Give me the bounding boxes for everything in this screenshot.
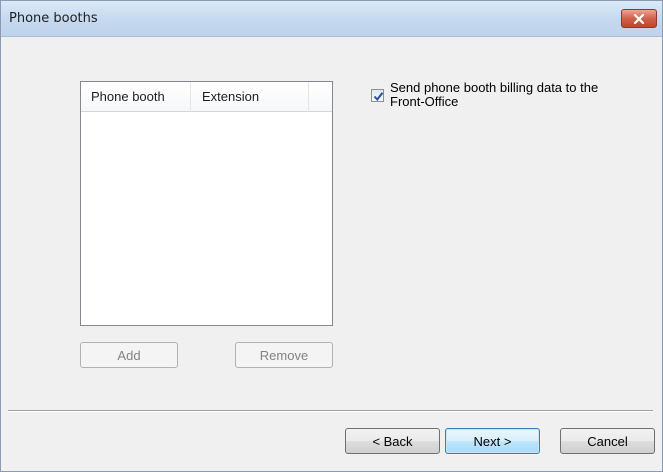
billing-option[interactable]: Send phone booth billing data to the Fro… — [371, 81, 631, 115]
billing-option-label: Send phone booth billing data to the Fro… — [390, 80, 599, 109]
list-header: Phone booth Extension — [81, 82, 332, 112]
close-icon — [633, 13, 645, 24]
remove-button[interactable]: Remove — [235, 342, 333, 368]
phone-booth-list[interactable]: Phone booth Extension — [80, 81, 333, 326]
next-button[interactable]: Next > — [445, 428, 540, 454]
back-button[interactable]: < Back — [345, 428, 440, 454]
column-header-filler — [309, 82, 332, 112]
billing-checkbox[interactable] — [371, 89, 384, 102]
footer-separator — [8, 410, 653, 412]
add-button[interactable]: Add — [80, 342, 178, 368]
cancel-button[interactable]: Cancel — [560, 428, 655, 454]
dialog-title: Phone booths — [9, 11, 98, 26]
title-bar[interactable]: Phone booths — [1, 1, 662, 37]
column-header-extension[interactable]: Extension — [191, 82, 309, 112]
phone-booths-dialog: Phone booths Phone booth Extension Add R… — [0, 0, 663, 472]
column-header-phone-booth[interactable]: Phone booth — [81, 82, 191, 112]
checkmark-icon — [373, 92, 384, 102]
close-button[interactable] — [621, 9, 657, 28]
